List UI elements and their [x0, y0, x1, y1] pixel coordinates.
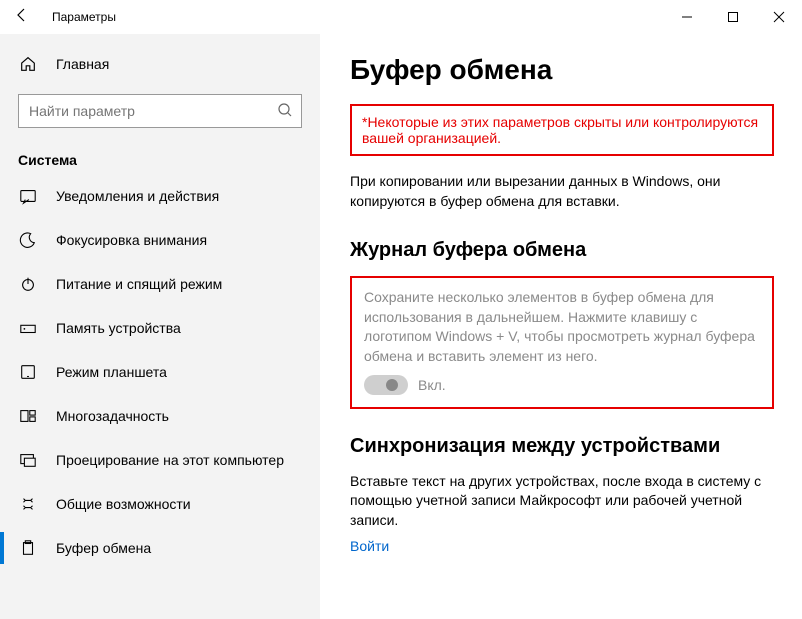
sidebar-item-label: Буфер обмена — [56, 540, 151, 556]
sidebar-item-label: Режим планшета — [56, 364, 167, 380]
power-icon — [18, 275, 38, 293]
home-nav[interactable]: Главная — [0, 42, 320, 86]
window-title: Параметры — [34, 10, 116, 24]
sidebar-item-label: Память устройства — [56, 320, 181, 336]
window-controls — [664, 0, 802, 34]
history-toggle-row: Вкл. — [364, 375, 760, 395]
page-title: Буфер обмена — [350, 54, 774, 86]
sidebar-item-label: Фокусировка внимания — [56, 232, 207, 248]
history-toggle-label: Вкл. — [418, 377, 446, 393]
body: Главная Система Уведомления и действия Ф… — [0, 34, 802, 619]
search-wrap — [0, 86, 320, 142]
sidebar-item-label: Уведомления и действия — [56, 188, 219, 204]
search-icon — [277, 102, 293, 121]
sidebar: Главная Система Уведомления и действия Ф… — [0, 34, 320, 619]
sidebar-item-label: Многозадачность — [56, 408, 169, 424]
sidebar-item-multitask[interactable]: Многозадачность — [0, 394, 320, 438]
history-section-title: Журнал буфера обмена — [350, 239, 774, 262]
sidebar-item-label: Питание и спящий режим — [56, 276, 222, 292]
sidebar-item-storage[interactable]: Память устройства — [0, 306, 320, 350]
search-input[interactable] — [29, 103, 277, 119]
sidebar-item-label: Общие возможности — [56, 496, 191, 512]
shared-icon — [18, 495, 38, 513]
history-description: Сохраните несколько элементов в буфер об… — [364, 288, 760, 366]
sync-description: Вставьте текст на других устройствах, по… — [350, 472, 774, 531]
sidebar-item-projecting[interactable]: Проецирование на этот компьютер — [0, 438, 320, 482]
org-policy-notice: *Некоторые из этих параметров скрыты или… — [350, 104, 774, 156]
sidebar-item-focus[interactable]: Фокусировка внимания — [0, 218, 320, 262]
multitask-icon — [18, 407, 38, 425]
sidebar-item-label: Проецирование на этот компьютер — [56, 452, 284, 468]
notifications-icon — [18, 187, 38, 205]
clipboard-icon — [18, 539, 38, 557]
moon-icon — [18, 231, 38, 249]
sidebar-item-power[interactable]: Питание и спящий режим — [0, 262, 320, 306]
storage-icon — [18, 319, 38, 337]
history-policy-box: Сохраните несколько элементов в буфер об… — [350, 276, 774, 408]
titlebar: Параметры — [0, 0, 802, 34]
home-label: Главная — [56, 56, 109, 72]
maximize-button[interactable] — [710, 0, 756, 34]
history-toggle[interactable] — [364, 375, 408, 395]
clipboard-description: При копировании или вырезании данных в W… — [350, 172, 774, 211]
sidebar-item-tablet[interactable]: Режим планшета — [0, 350, 320, 394]
sync-section-title: Синхронизация между устройствами — [350, 435, 774, 458]
minimize-button[interactable] — [664, 0, 710, 34]
sidebar-item-notifications[interactable]: Уведомления и действия — [0, 174, 320, 218]
projecting-icon — [18, 451, 38, 469]
sidebar-item-shared[interactable]: Общие возможности — [0, 482, 320, 526]
close-button[interactable] — [756, 0, 802, 34]
sidebar-section-label: Система — [0, 142, 320, 174]
home-icon — [18, 55, 38, 73]
back-button[interactable] — [10, 7, 34, 28]
sidebar-item-clipboard[interactable]: Буфер обмена — [0, 526, 320, 570]
tablet-icon — [18, 363, 38, 381]
search-box[interactable] — [18, 94, 302, 128]
signin-link[interactable]: Войти — [350, 538, 774, 554]
content: Буфер обмена *Некоторые из этих параметр… — [320, 34, 802, 619]
titlebar-left: Параметры — [0, 7, 116, 28]
